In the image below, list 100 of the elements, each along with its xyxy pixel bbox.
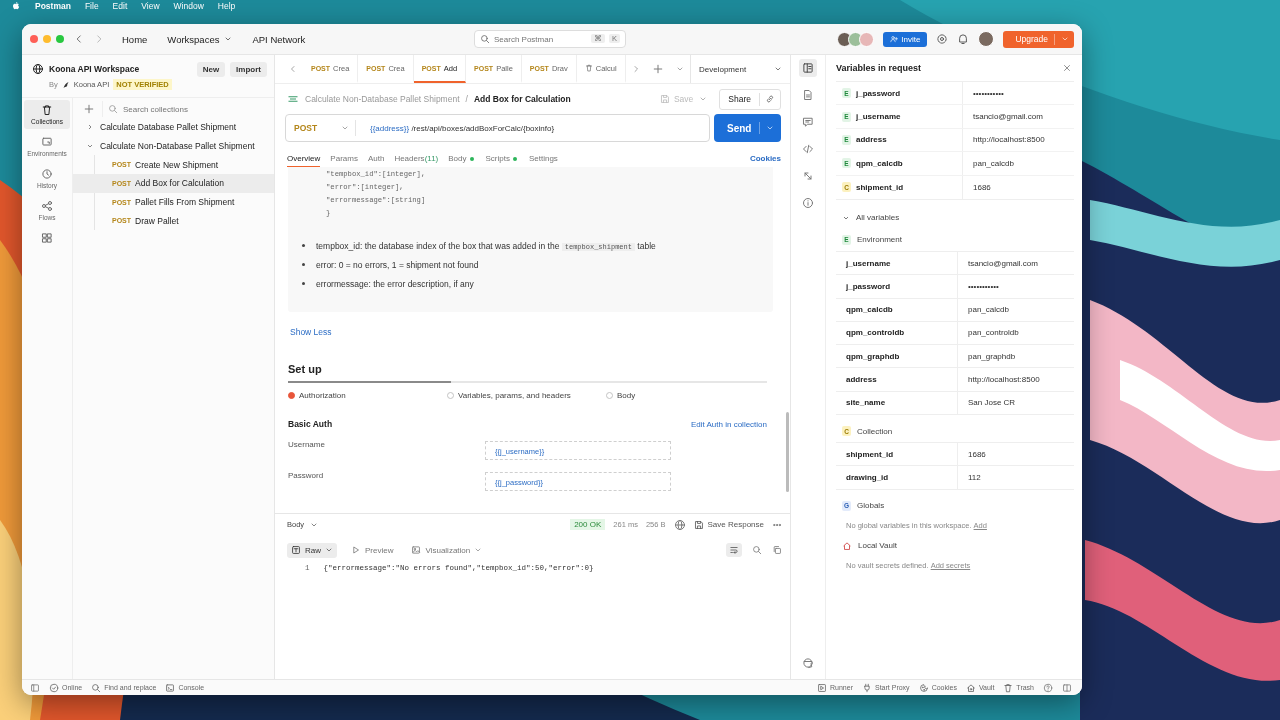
back-icon[interactable] xyxy=(74,34,84,44)
caret-icon xyxy=(766,124,774,132)
sidebar-icon[interactable] xyxy=(30,682,40,693)
import-button[interactable]: Import xyxy=(230,61,267,77)
field-label: Username xyxy=(288,440,326,449)
radio-option[interactable]: Variables, params, and headers xyxy=(447,391,606,400)
section-tab[interactable]: Settings xyxy=(528,150,558,167)
apple-icon[interactable] xyxy=(11,1,21,11)
search-field[interactable]: Search collections xyxy=(102,101,268,117)
bullet-icon xyxy=(302,282,305,285)
image-icon xyxy=(411,545,422,555)
section-tab[interactable]: Scripts xyxy=(485,150,510,167)
show-less-link[interactable]: Show Less xyxy=(290,327,332,337)
variable-name: j_password xyxy=(856,88,900,98)
scrollbar[interactable] xyxy=(786,412,789,492)
new-button[interactable]: New xyxy=(196,61,226,77)
help-icon[interactable] xyxy=(1043,682,1053,693)
search-icon xyxy=(108,104,118,114)
app-menu[interactable]: Postman xyxy=(35,1,71,11)
format-tab[interactable]: Visualization xyxy=(407,542,487,558)
settings-icon[interactable] xyxy=(936,33,949,45)
text-box-icon xyxy=(291,545,301,555)
all-variables-toggle[interactable]: All variables xyxy=(842,211,900,224)
menu-item[interactable]: View xyxy=(141,1,160,11)
caret-icon[interactable] xyxy=(699,95,708,103)
caret-icon xyxy=(325,546,333,554)
save-response-button[interactable]: Save Response xyxy=(693,519,764,530)
variable-value: San Jose CR xyxy=(967,398,1016,408)
radio-option[interactable]: Body xyxy=(606,391,765,400)
format-tab[interactable]: Preview xyxy=(347,542,398,558)
cookies-link[interactable]: Cookies xyxy=(749,154,781,163)
section-tab[interactable]: Auth xyxy=(367,150,385,167)
add-icon[interactable] xyxy=(652,63,664,75)
play-box-icon xyxy=(817,682,828,693)
close-icon[interactable] xyxy=(1062,63,1072,73)
side-panel-button[interactable] xyxy=(799,59,817,77)
status-badge: 200 OK xyxy=(570,519,606,530)
nav-link[interactable]: API Network xyxy=(252,33,306,45)
environment-select[interactable]: Development xyxy=(690,55,790,83)
chevron-right-icon[interactable] xyxy=(632,65,640,73)
lines-icon xyxy=(729,545,739,555)
search-icon[interactable] xyxy=(752,545,762,555)
menu-item[interactable]: Help xyxy=(217,1,236,11)
variable-name: address xyxy=(836,368,958,391)
nav-link[interactable]: Workspaces xyxy=(167,33,233,45)
bullet-text: errormessage: the error description, if any xyxy=(316,278,474,289)
copy-icon[interactable] xyxy=(772,545,782,555)
link-icon[interactable] xyxy=(765,94,775,104)
section-tab[interactable]: Body xyxy=(448,150,467,167)
method-select[interactable]: POST xyxy=(286,120,356,136)
send-button[interactable]: Send xyxy=(714,114,781,142)
disk-icon xyxy=(659,94,670,104)
menu-item[interactable]: Window xyxy=(173,1,204,11)
monitor-icon xyxy=(41,136,53,148)
caret-icon xyxy=(341,124,349,132)
terminal-icon xyxy=(165,682,176,693)
variable-name: shipment_id xyxy=(856,182,904,192)
variable-value: http://localhost:8500 xyxy=(972,135,1045,145)
section-tab[interactable]: Params xyxy=(330,150,358,167)
add-icon[interactable] xyxy=(83,103,95,115)
minimize-button[interactable] xyxy=(43,35,51,43)
wrap-lines-button[interactable] xyxy=(726,543,742,557)
menu-item[interactable]: File xyxy=(84,1,99,11)
variable-value: tsancio@gmail.com xyxy=(967,258,1038,268)
variable-name: qpm_calcdb xyxy=(836,298,958,321)
variable-name: site_name xyxy=(836,391,958,415)
columns-icon[interactable] xyxy=(1062,682,1072,693)
variable-value: ••••••••••• xyxy=(967,281,999,291)
code-icon xyxy=(802,143,814,155)
collection-item[interactable]: Calculate Non-Database Pallet Shipment xyxy=(73,136,274,156)
variable-name: qpm_graphdb xyxy=(836,345,958,368)
upgrade-button[interactable]: Upgrade xyxy=(1003,30,1074,48)
chevron-left-icon[interactable] xyxy=(289,65,297,73)
breadcrumb-separator: / xyxy=(465,94,468,104)
section-tab[interactable]: Headers(11) xyxy=(394,150,439,167)
variable-value: pan_controldb xyxy=(967,328,1019,338)
radio-option[interactable]: Authorization xyxy=(288,391,447,400)
nav-link[interactable]: Home xyxy=(122,33,148,45)
zoom-button[interactable] xyxy=(56,35,64,43)
bell-icon[interactable] xyxy=(957,33,970,45)
collection-item[interactable]: Calculate Database Pallet Shipment xyxy=(73,118,274,137)
logo-icon xyxy=(61,80,70,89)
bullet-text: error: 0 = no errors, 1 = shipment not found xyxy=(316,259,479,270)
edit-auth-link[interactable]: Edit Auth in collection xyxy=(690,419,767,429)
avatar-icon[interactable] xyxy=(978,31,995,47)
variable-value: 112 xyxy=(967,472,981,482)
house-icon xyxy=(842,540,852,551)
container-icon xyxy=(41,104,53,116)
menu-item[interactable]: Edit xyxy=(112,1,128,11)
globe-icon[interactable] xyxy=(673,518,686,531)
group-title: Local Vault xyxy=(858,541,897,551)
caret-icon xyxy=(774,65,782,73)
caret-icon[interactable] xyxy=(676,65,684,73)
container-icon xyxy=(584,64,593,72)
close-button[interactable] xyxy=(30,35,38,43)
url-field[interactable]: {{address}} /rest/api/boxes/addBoxForCalc/{boxinfo} xyxy=(356,123,555,133)
forward-icon[interactable] xyxy=(94,34,104,44)
globe-icon[interactable] xyxy=(802,657,814,669)
format-tab[interactable]: Raw xyxy=(287,542,337,558)
invite-button[interactable]: Invite xyxy=(883,31,928,47)
